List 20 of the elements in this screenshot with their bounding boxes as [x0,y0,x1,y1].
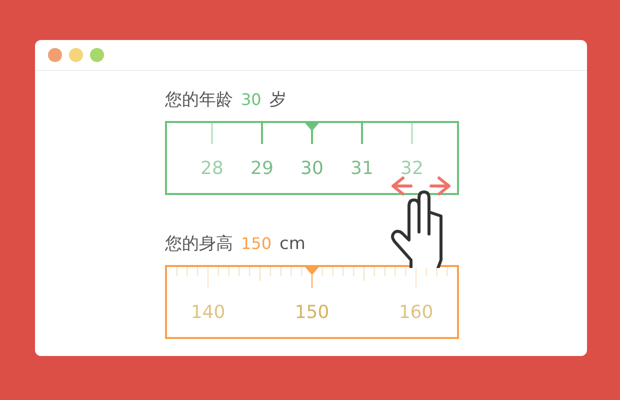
tick-label: 150 [294,303,330,323]
tick-label: 31 [350,159,374,179]
ruler-slider[interactable]: 140 150 160 [165,265,459,339]
window-control-dot[interactable] [90,48,104,62]
tick-label: 140 [190,303,226,323]
tick-label: 29 [250,159,274,179]
window-control-dot[interactable] [69,48,83,62]
unit-label: cm [280,234,306,254]
swipe-gesture-icon [389,176,453,268]
field-label: 您的身高 [165,233,233,255]
tick-label: 30 [300,159,324,179]
tick-label: 28 [200,159,224,179]
window-control-dot[interactable] [48,48,62,62]
field-value: 30 [241,90,262,109]
tick-label: 32 [400,159,424,179]
field-label: 您的年龄 [165,89,233,111]
tick-label: 160 [398,303,434,323]
unit-label: 岁 [269,89,286,111]
ruler-slider[interactable]: 28 29 30 31 32 [165,121,459,195]
field-value: 150 [241,234,272,253]
